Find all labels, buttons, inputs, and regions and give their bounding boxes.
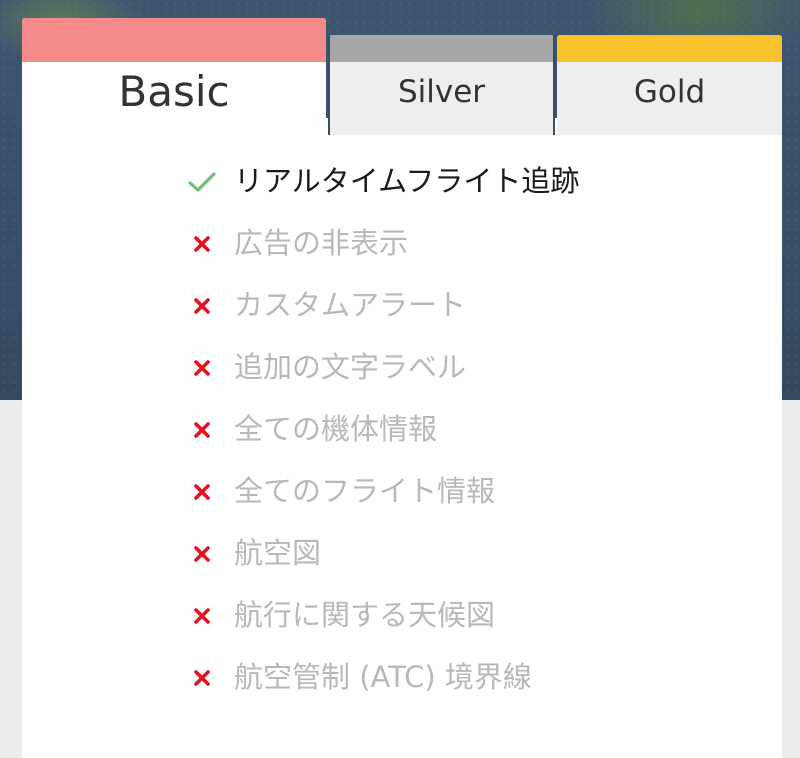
feature-label: 航空図 — [234, 536, 322, 570]
cross-icon — [186, 290, 218, 322]
tab-silver-label: Silver — [397, 74, 486, 110]
feature-label: 航行に関する天候図 — [234, 598, 496, 632]
cross-icon — [186, 228, 218, 260]
feature-label: 全てのフライト情報 — [234, 474, 496, 508]
feature-label: 追加の文字ラベル — [234, 350, 467, 384]
feature-item-custom-alerts: カスタムアラート — [22, 282, 782, 332]
cross-icon — [186, 352, 218, 384]
check-icon — [186, 166, 218, 198]
tab-silver[interactable]: Silver — [328, 35, 555, 135]
tab-gold-color-bar — [557, 35, 782, 62]
feature-item-atc-boundaries: 航空管制 (ATC) 境界線 — [22, 654, 782, 704]
tab-basic-color-bar — [22, 18, 326, 62]
plan-comparison-card: Basic Silver Gold リアルタイムフライト追跡 広告の非表示 カス… — [22, 18, 782, 758]
feature-label: 全ての機体情報 — [234, 412, 438, 446]
feature-item-flight-info: 全てのフライト情報 — [22, 468, 782, 518]
feature-item-weather-maps: 航行に関する天候図 — [22, 592, 782, 642]
feature-item-realtime-tracking: リアルタイムフライト追跡 — [22, 158, 782, 208]
cross-icon — [186, 600, 218, 632]
feature-item-hide-ads: 広告の非表示 — [22, 220, 782, 270]
feature-item-extra-labels: 追加の文字ラベル — [22, 344, 782, 394]
feature-label: リアルタイムフライト追跡 — [234, 164, 580, 198]
tab-basic-label: Basic — [118, 67, 230, 116]
feature-label: 航空管制 (ATC) 境界線 — [234, 660, 532, 694]
tab-gold[interactable]: Gold — [557, 35, 782, 135]
tab-gold-label: Gold — [633, 74, 706, 110]
feature-item-aircraft-info: 全ての機体情報 — [22, 406, 782, 456]
feature-label: 広告の非表示 — [234, 226, 409, 260]
cross-icon — [186, 538, 218, 570]
feature-item-aeronautical-charts: 航空図 — [22, 530, 782, 580]
cross-icon — [186, 414, 218, 446]
feature-label: カスタムアラート — [234, 288, 467, 322]
tab-basic[interactable]: Basic — [22, 18, 326, 118]
cross-icon — [186, 476, 218, 508]
cross-icon — [186, 662, 218, 694]
tab-silver-color-bar — [330, 35, 553, 62]
